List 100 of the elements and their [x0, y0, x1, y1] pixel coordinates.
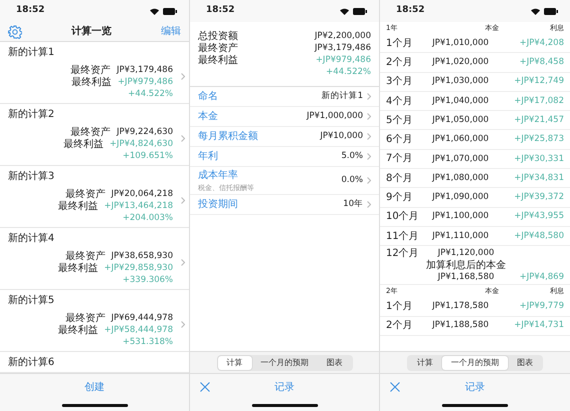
setting-label: 成本年率 [198, 168, 239, 183]
calculation-name: 新的计算2 [8, 108, 56, 122]
asset-value: JP¥9,224,630 [116, 126, 173, 138]
month-label: 9个月 [386, 191, 414, 206]
battery-icon [163, 8, 177, 14]
total-value: JP¥1,168,580 [436, 270, 496, 284]
profit-label: 最终利益 [58, 262, 98, 276]
calculation-name: 新的计算6 [8, 356, 56, 370]
interest-value: +JP¥48,580 [513, 230, 564, 242]
month-label: 2个月 [386, 56, 414, 70]
setting-label: 命名 [198, 90, 218, 104]
asset-label: 最终资产 [65, 250, 106, 262]
asset-label: 最终资产 [65, 188, 106, 200]
principal-value: JP¥1,040,000 [431, 94, 490, 108]
principal-value: JP¥1,020,000 [431, 56, 490, 69]
month-label: 4个月 [386, 94, 414, 109]
interest-value: +JP¥43,955 [513, 210, 564, 224]
interest-value: +JP¥4,869 [518, 270, 564, 284]
chevron-icon [181, 135, 185, 142]
month-label: 5个月 [386, 114, 414, 128]
home-indicator [252, 404, 318, 407]
summary-label: 最终资产 [198, 42, 238, 54]
asset-label: 最终资产 [70, 64, 111, 76]
status-time: 18:52 [396, 4, 425, 18]
month-label: 7个月 [386, 152, 414, 166]
principal-value: JP¥1,120,000 [436, 246, 496, 260]
month-label: 1个月 [386, 300, 414, 314]
status-time: 18:52 [206, 4, 235, 18]
asset-label: 最终资产 [70, 126, 111, 138]
summary-value: +44.522% [326, 66, 371, 78]
profit-rate: +109.651% [122, 150, 173, 162]
interest-value: +JP¥9,779 [518, 300, 564, 313]
principal-value: JP¥1,100,000 [431, 210, 490, 224]
chevron-icon [367, 113, 371, 120]
principal-value: JP¥1,080,000 [431, 172, 490, 185]
principal-value: JP¥1,030,000 [431, 75, 490, 88]
setting-value: 5.0% [341, 150, 363, 163]
principal-value: JP¥1,060,000 [431, 133, 490, 146]
interest-value: +JP¥39,372 [513, 191, 564, 204]
interest-value: +JP¥25,873 [513, 133, 564, 146]
principal-value: JP¥1,110,000 [431, 230, 490, 242]
segment-tab[interactable]: 一个月的预期 [442, 356, 508, 370]
profit-value: +JP¥4,824,630 [110, 138, 173, 150]
calculation-name: 新的计算1 [8, 46, 56, 60]
wifi-icon [531, 8, 540, 14]
asset-value: JP¥3,179,486 [116, 64, 173, 76]
month-label: 11个月 [386, 230, 420, 244]
battery-icon [544, 8, 558, 14]
profit-value: +JP¥58,444,978 [104, 324, 173, 336]
profit-value: +JP¥979,486 [118, 76, 173, 88]
month-label: 6个月 [386, 133, 414, 148]
profit-label: 最终利益 [58, 200, 98, 214]
summary-label: 最终利益 [198, 54, 238, 68]
chevron-icon [181, 321, 185, 328]
segment-tab[interactable]: 图表 [318, 356, 352, 370]
chevron-icon [367, 133, 371, 140]
chevron-icon [367, 153, 371, 160]
segment-tab[interactable]: 计算 [218, 356, 252, 370]
summary-label: 总投资额 [198, 30, 238, 42]
principal-value: JP¥1,010,000 [431, 36, 490, 50]
month-label: 10个月 [386, 210, 420, 224]
settings-icon [8, 24, 22, 38]
month-label: 12个月 [386, 246, 420, 261]
profit-rate: +44.522% [128, 88, 173, 100]
summary-value: JP¥2,200,000 [314, 30, 371, 42]
profit-rate: +531.318% [122, 336, 173, 348]
setting-label: 年利 [198, 150, 218, 164]
profit-rate: +204.003% [122, 212, 173, 224]
segment-tab[interactable]: 图表 [508, 356, 542, 370]
profit-label: 最终利益 [72, 76, 112, 90]
wifi-icon [340, 8, 349, 14]
principal-value: JP¥1,070,000 [431, 152, 490, 166]
month-label: 3个月 [386, 75, 414, 90]
setting-value: 10年 [343, 198, 363, 211]
calculation-name: 新的计算3 [8, 170, 56, 184]
profit-label: 最终利益 [58, 324, 98, 338]
setting-value: JP¥1,000,000 [306, 110, 363, 123]
calculation-name: 新的计算4 [8, 232, 56, 246]
principal-value: JP¥1,050,000 [431, 114, 490, 127]
segment-tab[interactable]: 计算 [408, 356, 442, 370]
interest-value: +JP¥4,208 [518, 36, 564, 50]
month-label: 1个月 [386, 36, 414, 51]
home-indicator [442, 404, 508, 407]
asset-value: JP¥20,064,218 [111, 188, 173, 200]
interest-value: +JP¥14,731 [513, 319, 564, 332]
profit-rate: +339.306% [122, 274, 173, 286]
principal-value: JP¥1,178,580 [431, 300, 490, 313]
chevron-icon [367, 177, 371, 184]
setting-value: 0.0% [341, 174, 363, 187]
screen-title: 计算一览 [72, 24, 112, 39]
segment-tab[interactable]: 一个月的预期 [252, 356, 318, 370]
chevron-icon [367, 93, 371, 100]
profit-value: +JP¥13,464,218 [104, 200, 173, 212]
status-time: 18:52 [16, 4, 45, 18]
calculation-name: 新的计算5 [8, 294, 56, 308]
principal-value: JP¥1,188,580 [431, 319, 490, 332]
summary-value: +JP¥979,486 [316, 54, 371, 66]
setting-label: 投资期间 [198, 198, 238, 212]
chevron-icon [181, 197, 185, 204]
setting-value: JP¥10,000 [320, 130, 363, 143]
